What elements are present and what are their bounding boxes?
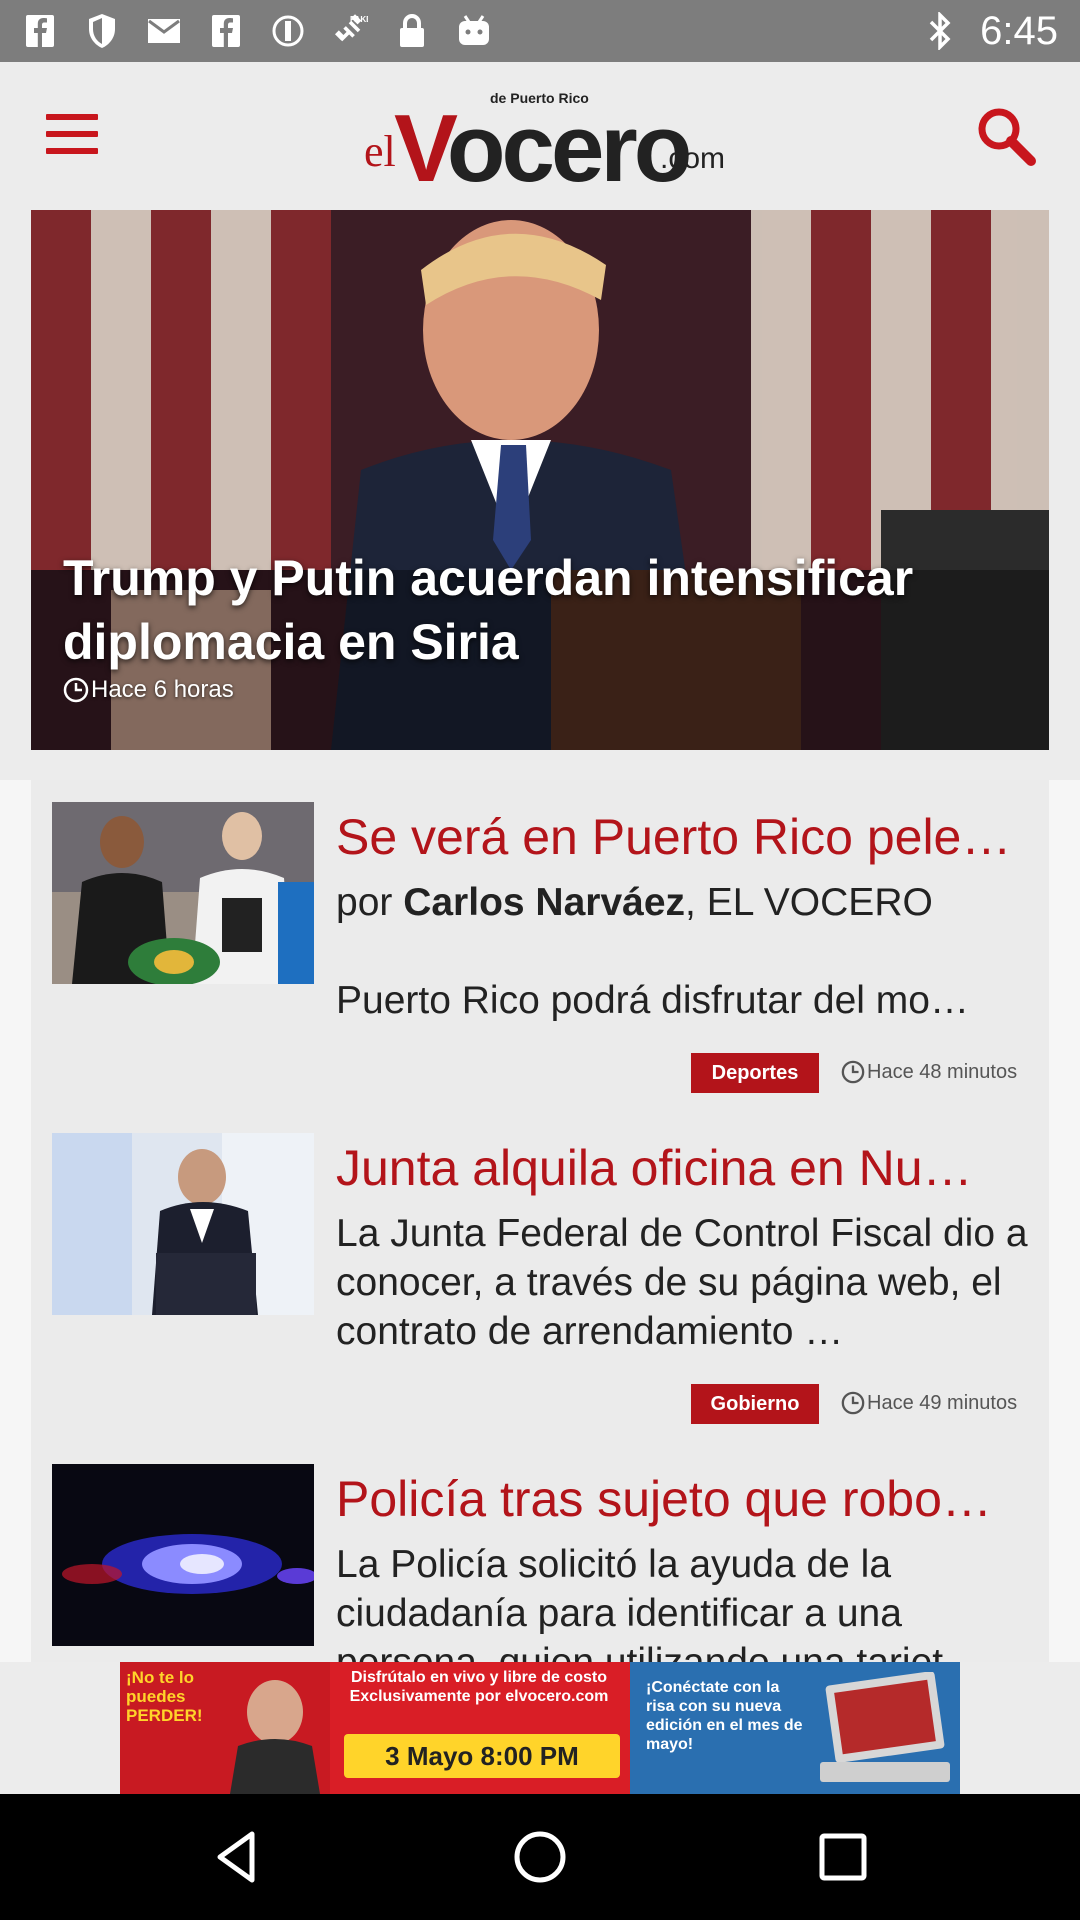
back-icon[interactable] [204, 1824, 270, 1890]
banner-ad-right: ¡Conéctate con la risa con su nueva edic… [630, 1662, 960, 1794]
banner-ad-left: ¡No te lo puedes PERDER! [120, 1662, 330, 1794]
clock-icon [63, 677, 89, 703]
article-title[interactable]: Policía tras sujeto que robo… [336, 1470, 1034, 1528]
svg-text:FAKE: FAKE [350, 15, 368, 24]
banner-ad-person-image [230, 1680, 320, 1794]
recents-icon[interactable] [810, 1824, 876, 1890]
elvocero-logo[interactable]: el de Puerto Rico Vocero .com [364, 82, 726, 202]
byline-suffix: , EL VOCERO [685, 881, 933, 924]
bluetooth-icon [922, 12, 958, 50]
banner-ad-middle: Disfrútalo en vivo y libre de costo Excl… [330, 1662, 630, 1794]
hero-timestamp: Hace 6 horas [63, 676, 234, 704]
article-excerpt: Puerto Rico podrá disfrutar del mo… [336, 979, 969, 1022]
logo-wordmark: Vocero [394, 94, 692, 204]
article-time-text: Hace 48 minutos [867, 1060, 1018, 1083]
shield-icon [84, 13, 120, 49]
banner-ad[interactable]: ¡No te lo puedes PERDER! Disfrútalo en v… [120, 1662, 960, 1794]
banner-ad-middle-text: Disfrútalo en vivo y libre de costo Excl… [349, 1669, 609, 1705]
lock-icon [394, 13, 430, 49]
article-excerpt: La Junta Federal de Control Fiscal dio a… [336, 1212, 1028, 1353]
satellite-fake-gps-icon: FAKE [332, 13, 368, 49]
byline-prefix: por [336, 881, 404, 924]
clock-time: 6:45 [980, 8, 1058, 53]
android-icon [456, 13, 492, 49]
laptop-image [820, 1672, 950, 1782]
list-item[interactable]: Policía tras sujeto que robo… La Policía… [31, 1442, 1049, 1662]
article-list[interactable]: Se verá en Puerto Rico pele… por Carlos … [31, 780, 1049, 1662]
category-badge[interactable]: Gobierno [691, 1384, 819, 1424]
list-item[interactable]: Se verá en Puerto Rico pele… por Carlos … [31, 780, 1049, 1110]
category-badge[interactable]: Deportes [691, 1053, 819, 1093]
search-icon[interactable] [974, 104, 1038, 168]
hero-title: Trump y Putin acuerdan intensificar dipl… [63, 550, 914, 670]
android-nav-bar [0, 1794, 1080, 1920]
logo-rest: ocero [446, 95, 692, 202]
article-excerpt: La Policía solicitó la ayuda de la ciuda… [336, 1543, 982, 1662]
mail-icon [146, 13, 182, 49]
clock-icon [841, 1391, 865, 1415]
hero-article[interactable]: Trump y Putin acuerdan intensificar dipl… [31, 210, 1049, 750]
clock-icon [841, 1060, 865, 1084]
byline-author: Carlos Narváez [403, 881, 686, 924]
status-bar: FAKE 6:45 [0, 0, 1080, 62]
article-list-area[interactable]: Se verá en Puerto Rico pele… por Carlos … [0, 780, 1080, 1662]
article-timestamp: Hace 48 minutos [841, 1060, 1017, 1084]
logo-prefix: el [364, 127, 396, 176]
article-title[interactable]: Se verá en Puerto Rico pele… [336, 808, 1034, 866]
article-thumbnail [52, 802, 314, 984]
banner-ad-date: 3 Mayo 8:00 PM [344, 1734, 620, 1778]
list-item[interactable]: Junta alquila oficina en Nu… La Junta Fe… [31, 1111, 1049, 1441]
hamburger-menu-icon[interactable] [46, 114, 98, 154]
facebook-icon [22, 13, 58, 49]
article-title[interactable]: Junta alquila oficina en Nu… [336, 1139, 1034, 1197]
notification-icons: FAKE [22, 13, 492, 49]
logo-v: V [394, 95, 451, 202]
facebook-icon [208, 13, 244, 49]
banner-ad-right-text: ¡Conéctate con la risa con su nueva edic… [646, 1679, 803, 1753]
article-byline: por Carlos Narváez, EL VOCERO [336, 878, 1034, 927]
logo-suffix: .com [660, 142, 726, 175]
article-timestamp: Hace 49 minutos [841, 1391, 1017, 1415]
block-icon [270, 13, 306, 49]
article-thumbnail [52, 1133, 314, 1315]
article-time-text: Hace 49 minutos [867, 1391, 1018, 1414]
app-header: el de Puerto Rico Vocero .com [0, 62, 1080, 210]
hero-time-text: Hace 6 horas [91, 676, 234, 703]
home-icon[interactable] [507, 1824, 573, 1890]
article-thumbnail [52, 1464, 314, 1646]
